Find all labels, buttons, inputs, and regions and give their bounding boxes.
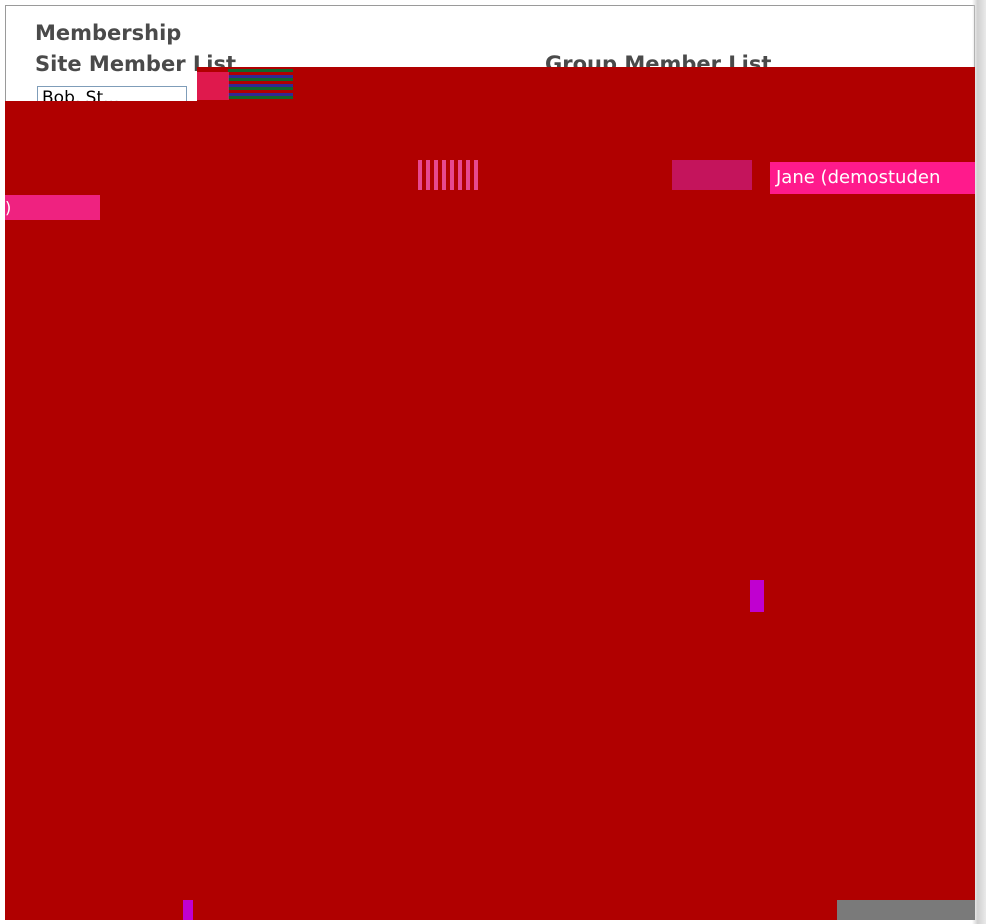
- group-member-item-trailing: ): [5, 198, 12, 217]
- red-overlay-top: [197, 67, 975, 102]
- group-member-item[interactable]: Jane (demostuden: [770, 162, 975, 194]
- screenshot-frame: Membership Site Member List Group Member…: [0, 0, 986, 924]
- membership-title: Membership: [35, 21, 182, 45]
- red-overlay-main: [5, 101, 975, 920]
